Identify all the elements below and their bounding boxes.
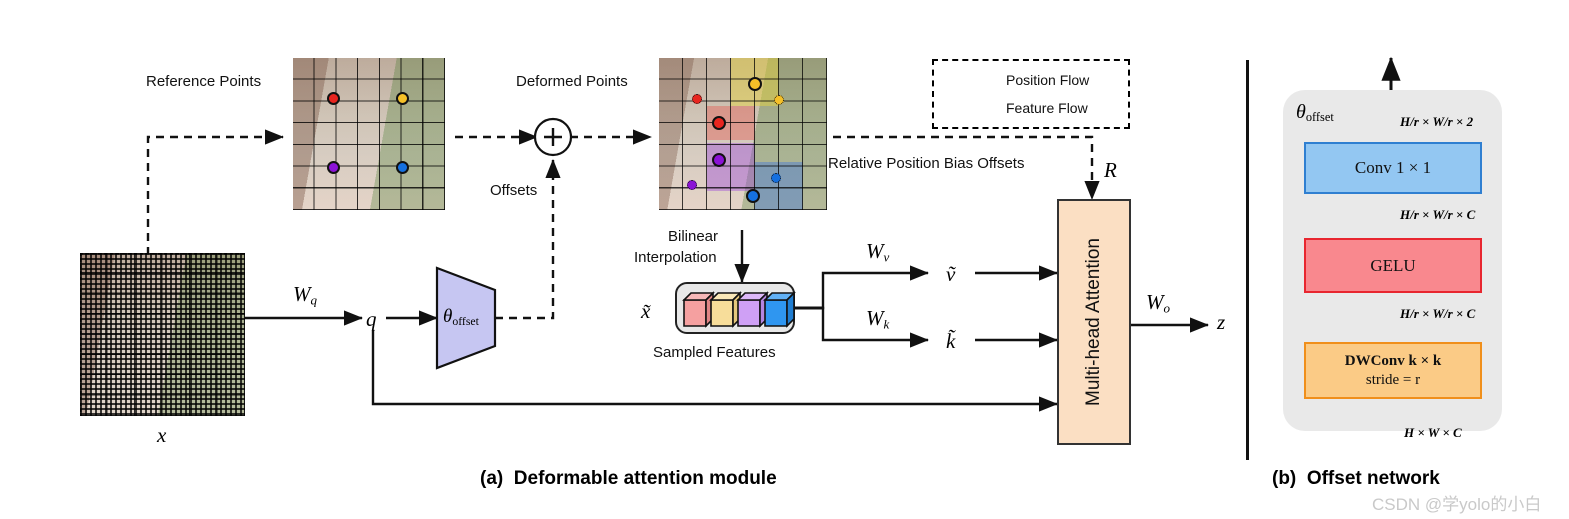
cube-red xyxy=(682,291,715,328)
gelu-input-shape-label: H/r × W/r × C xyxy=(1400,306,1476,321)
multi-head-attention-label: Multi-head Attention xyxy=(1083,238,1104,406)
conv1x1-layer: Conv 1 × 1 xyxy=(1304,142,1482,194)
gelu-layer: GELU xyxy=(1304,238,1482,293)
dwconv-stride-label: stride = r xyxy=(1365,371,1421,388)
network-input-shape-label: H × W × C xyxy=(1404,425,1462,440)
dwconv-label: DWConv k × k xyxy=(1344,352,1442,369)
conv-input-shape-label: H/r × W/r × C xyxy=(1400,207,1476,222)
dwconv-layer: DWConv k × k stride = r xyxy=(1304,342,1482,399)
gelu-label: GELU xyxy=(1370,255,1416,275)
cube-blue xyxy=(763,291,796,328)
caption-a-prefix: (a) xyxy=(480,468,504,489)
theta-offset-group-label: θoffset xyxy=(1296,101,1334,125)
cube-yellow xyxy=(709,291,742,328)
v-tilde-label: ṽ xyxy=(946,262,956,286)
Wv-label: Wv xyxy=(866,239,890,265)
multi-head-attention-block: Multi-head Attention xyxy=(1057,199,1131,445)
figure-canvas: x Reference Points Deformed Points Offse… xyxy=(0,0,1569,519)
sampled-features-label: Sampled Features xyxy=(653,344,776,361)
Wk-label: Wk xyxy=(866,306,890,332)
k-tilde-label: k̃ xyxy=(946,329,956,353)
conv1x1-label: Conv 1 × 1 xyxy=(1354,158,1432,178)
caption-b-prefix: (b) xyxy=(1272,468,1297,489)
panel-divider xyxy=(1246,60,1249,460)
caption-a: (a) Deformable attention module xyxy=(480,468,777,490)
caption-b: (b) Offset network xyxy=(1272,468,1440,490)
caption-a-text: Deformable attention module xyxy=(513,468,777,489)
caption-b-text: Offset network xyxy=(1306,468,1440,489)
output-shape-label: H/r × W/r × 2 xyxy=(1400,114,1474,129)
Wo-label: Wo xyxy=(1146,290,1171,316)
watermark: CSDN @学yolo的小白 xyxy=(1372,495,1542,514)
cube-purple xyxy=(736,291,769,328)
z-label: z xyxy=(1217,310,1226,334)
x-tilde-label: x̃ xyxy=(641,299,651,323)
